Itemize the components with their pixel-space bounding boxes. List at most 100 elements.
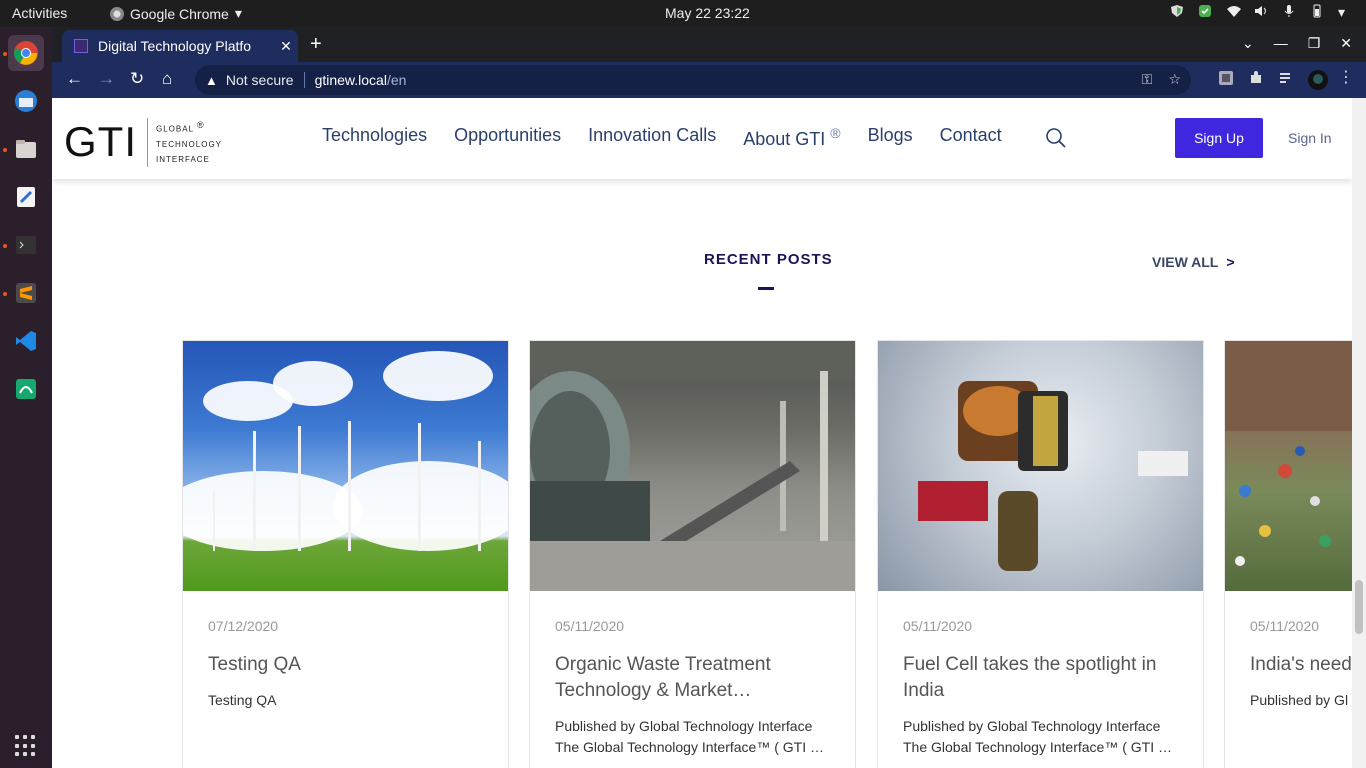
search-icon[interactable] (1046, 128, 1066, 148)
tab-active[interactable]: Digital Technology Platfo ✕ (62, 30, 298, 62)
kebab-menu-icon[interactable]: ⋮ (1338, 70, 1354, 86)
app-name-label: Google Chrome (130, 5, 229, 22)
nav-contact[interactable]: Contact (940, 125, 1002, 150)
nav-opportunities[interactable]: Opportunities (454, 125, 561, 150)
close-window-icon[interactable]: ✕ (1340, 35, 1352, 52)
sublime-text-icon[interactable] (8, 275, 44, 311)
power-menu-chevron-icon[interactable]: ▾ (1338, 4, 1352, 20)
media-queue-icon[interactable] (1278, 70, 1294, 86)
battery-icon[interactable] (1310, 4, 1324, 18)
nav-about-registered: ® (830, 125, 841, 141)
tab-close-icon[interactable]: ✕ (274, 38, 298, 55)
show-applications-icon[interactable] (15, 735, 37, 757)
forward-icon[interactable]: → (98, 69, 115, 89)
chevron-down-icon: ▾ (234, 5, 242, 21)
post-card[interactable]: 05/11/2020 Organic Waste Treatment Techn… (529, 340, 856, 768)
logo-subtitle: GLOBAL ® TECHNOLOGY INTERFACE (147, 118, 222, 167)
omnibox-actions: ⚿ ☆ (1142, 71, 1181, 88)
post-excerpt: Published by Global Technology Interface… (903, 718, 1172, 755)
sign-in-link[interactable]: Sign In (1288, 130, 1332, 146)
app-menu[interactable]: Google Chrome ▾ (110, 5, 242, 22)
post-image-waste-plant[interactable] (530, 341, 855, 591)
address-bar[interactable]: ▲ Not secure gtinew.local/en ⚿ ☆ (195, 65, 1191, 95)
post-title[interactable]: India's need f technologies (1250, 652, 1352, 678)
activities-button[interactable]: Activities (12, 5, 67, 21)
post-excerpt: Published by Gl The Global Tech (1250, 692, 1352, 708)
nav-about[interactable]: About GTI ® (743, 125, 840, 150)
wifi-icon[interactable] (1226, 4, 1241, 18)
puzzle-icon[interactable] (1248, 70, 1264, 86)
window-controls: ⌄ — ❐ ✕ (1242, 35, 1352, 52)
scrollbar-thumb[interactable] (1355, 580, 1363, 634)
vscode-icon[interactable] (8, 323, 44, 359)
post-card[interactable]: 05/11/2020 Fuel Cell takes the spotlight… (877, 340, 1204, 768)
microphone-icon[interactable] (1282, 4, 1296, 18)
files-icon[interactable] (8, 131, 44, 167)
tab-title: Digital Technology Platfo (98, 38, 252, 54)
post-date: 05/11/2020 (1250, 618, 1320, 634)
terminal-icon[interactable] (8, 227, 44, 263)
tab-search-icon[interactable]: ⌄ (1242, 35, 1254, 52)
tab-strip: Digital Technology Platfo ✕ + ⌄ — ❐ ✕ (52, 27, 1366, 62)
clock[interactable]: May 22 23:22 (665, 5, 750, 21)
update-icon[interactable] (1198, 4, 1212, 18)
nav-blogs[interactable]: Blogs (868, 125, 913, 150)
post-image-wind-turbines[interactable] (183, 341, 508, 591)
post-date: 05/11/2020 (555, 618, 625, 634)
post-excerpt: Testing QA (208, 692, 277, 708)
logo-line-interface: INTERFACE (156, 154, 210, 164)
post-date: 07/12/2020 (208, 618, 279, 634)
chevron-right-icon: > (1226, 254, 1235, 270)
logo-registered: ® (196, 120, 205, 130)
key-icon[interactable]: ⚿ (1142, 71, 1153, 88)
running-indicator (3, 244, 7, 248)
main-nav: Technologies Opportunities Innovation Ca… (322, 125, 1002, 150)
url-path[interactable]: /en (387, 72, 406, 88)
extensions-area: ⋮ (1218, 70, 1354, 90)
system-tray[interactable]: ▾ (1170, 4, 1352, 20)
new-tab-button[interactable]: + (310, 33, 322, 56)
url-host[interactable]: gtinew.local (315, 72, 387, 88)
restore-icon[interactable]: ❐ (1308, 35, 1321, 52)
view-all-link[interactable]: VIEW ALL > (1152, 254, 1235, 270)
browser-toolbar: ← → ↻ ⌂ ▲ Not secure gtinew.local/en ⚿ ☆… (52, 62, 1366, 98)
thunderbird-icon[interactable] (8, 83, 44, 119)
warning-icon[interactable]: ▲ (205, 73, 218, 88)
shield-icon[interactable] (1170, 4, 1184, 18)
divider (303, 72, 305, 88)
page-viewport: GTI GLOBAL ® TECHNOLOGY INTERFACE Techno… (52, 98, 1352, 768)
nav-technologies[interactable]: Technologies (322, 125, 427, 150)
logo-line-technology: TECHNOLOGY (156, 139, 223, 149)
sign-up-button[interactable]: Sign Up (1175, 118, 1263, 158)
chrome-dock-icon[interactable] (8, 35, 44, 71)
post-title[interactable]: Testing QA (208, 652, 483, 678)
profile-avatar[interactable] (1308, 70, 1328, 90)
security-label[interactable]: Not secure (226, 72, 294, 88)
reload-icon[interactable]: ↻ (130, 69, 144, 89)
volume-icon[interactable] (1254, 4, 1268, 18)
nav-about-label: About GTI (743, 129, 826, 149)
minimize-icon[interactable]: — (1274, 35, 1288, 52)
home-icon[interactable]: ⌂ (162, 69, 172, 89)
post-image-circuit-board[interactable] (878, 341, 1203, 591)
logo-line-global: GLOBAL (156, 124, 194, 134)
post-card[interactable]: 05/11/2020 India's need f technologies P… (1224, 340, 1352, 768)
extension-icon[interactable] (1218, 70, 1234, 86)
bookmark-star-icon[interactable]: ☆ (1168, 71, 1181, 88)
running-indicator (3, 148, 7, 152)
nav-innovation-calls[interactable]: Innovation Calls (588, 125, 716, 150)
text-editor-icon[interactable] (8, 179, 44, 215)
site-logo[interactable]: GTI GLOBAL ® TECHNOLOGY INTERFACE (64, 118, 222, 167)
gitkraken-icon[interactable] (8, 371, 44, 407)
post-title[interactable]: Organic Waste Treatment Technology & Mar… (555, 652, 830, 704)
chrome-icon (110, 6, 124, 21)
back-icon[interactable]: ← (66, 69, 83, 89)
dock (0, 27, 52, 768)
view-all-label: VIEW ALL (1152, 254, 1219, 270)
section-title: RECENT POSTS (704, 251, 833, 268)
page-scrollbar[interactable] (1352, 98, 1366, 768)
post-card[interactable]: 07/12/2020 Testing QA Testing QA (182, 340, 509, 768)
running-indicator (3, 292, 7, 296)
post-image-garbage-dump[interactable] (1225, 341, 1352, 591)
post-title[interactable]: Fuel Cell takes the spotlight in India (903, 652, 1178, 704)
